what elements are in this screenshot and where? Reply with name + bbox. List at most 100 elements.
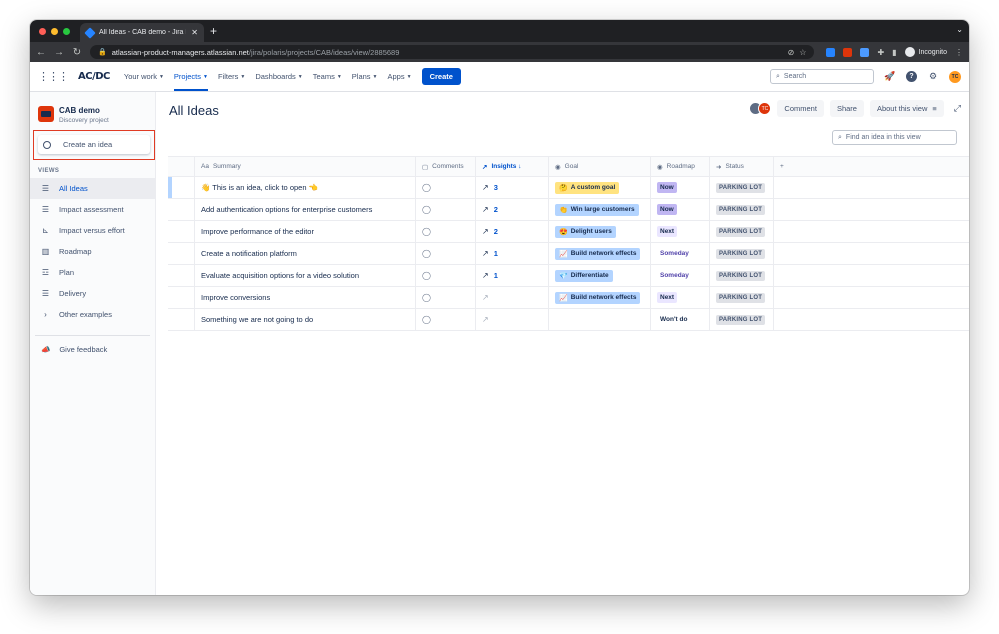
tab-search-icon[interactable]: ⌄ [956, 25, 963, 34]
user-avatar[interactable]: TC [949, 70, 961, 83]
goal-cell[interactable]: 📈 Build network effects [549, 243, 651, 264]
extension-icon[interactable] [860, 47, 870, 57]
zoom-window-button[interactable] [63, 28, 70, 35]
forward-icon[interactable]: → [54, 47, 64, 58]
search-input[interactable]: ⌕ Search [770, 69, 874, 84]
roadmap-cell[interactable]: Now [651, 177, 710, 198]
insights-cell[interactable]: ↗ 3 [476, 177, 549, 198]
table-row[interactable]: Add authentication options for enterpris… [168, 199, 969, 221]
nav-filters[interactable]: Filters ▼ [218, 72, 245, 81]
status-cell[interactable]: PARKING LOT [710, 199, 774, 220]
table-row[interactable]: Evaluate acquisition options for a video… [168, 265, 969, 287]
roadmap-cell[interactable]: Next [651, 287, 710, 308]
column-header-status[interactable]: ➜ Status [710, 157, 774, 176]
comments-cell[interactable]: ◯ [416, 309, 476, 330]
help-icon[interactable]: ? [906, 71, 917, 82]
comments-cell[interactable]: ◯ [416, 287, 476, 308]
roadmap-cell[interactable]: Someday [651, 265, 710, 286]
roadmap-cell[interactable]: Won't do [651, 309, 710, 330]
puzzle-icon[interactable]: ✚ [877, 48, 884, 57]
column-header-summary[interactable]: Aa Summary [195, 157, 416, 176]
comments-cell[interactable]: ◯ [416, 177, 476, 198]
comments-cell[interactable]: ◯ [416, 221, 476, 242]
insights-cell[interactable]: ↗ 2 [476, 221, 549, 242]
comment-button[interactable]: Comment [777, 100, 824, 117]
extension-icon[interactable] [826, 47, 836, 57]
table-row[interactable]: Something we are not going to do ◯ ↗ Won't … [168, 309, 969, 331]
notifications-rocket-icon[interactable]: 🚀 [884, 71, 896, 83]
share-button[interactable]: Share [829, 100, 864, 117]
nav-dashboards[interactable]: Dashboards ▼ [255, 72, 302, 81]
column-header-goal[interactable]: ◉ Goal [549, 157, 651, 176]
browser-tab[interactable]: All Ideas - CAB demo - Jira Pro ✕ [80, 23, 204, 42]
status-cell[interactable]: PARKING LOT [710, 243, 774, 264]
status-cell[interactable]: PARKING LOT [710, 177, 774, 198]
goal-cell[interactable]: 🤔 A custom goal [549, 177, 651, 198]
insights-cell[interactable]: ↗ [476, 287, 549, 308]
table-row[interactable]: Improve performance of the editor ◯ ↗ 2 😍 Del… [168, 221, 969, 243]
insights-cell[interactable]: ↗ 1 [476, 243, 549, 264]
comments-cell[interactable]: ◯ [416, 243, 476, 264]
create-button[interactable]: Create [421, 68, 461, 85]
give-feedback-link[interactable]: 📣 Give feedback [41, 345, 107, 354]
status-cell[interactable]: PARKING LOT [710, 287, 774, 308]
minimize-window-button[interactable] [51, 28, 58, 35]
summary-cell[interactable]: Create a notification platform [195, 243, 416, 264]
table-row[interactable]: Create a notification platform ◯ ↗ 1 📈 Build … [168, 243, 969, 265]
view-item-impact-vs-effort[interactable]: ⊾ Impact versus effort [30, 220, 155, 241]
goal-cell[interactable]: 👏 Win large customers [549, 199, 651, 220]
table-row[interactable]: 👋 This is an idea, click to open 👈 ◯ ↗ 3 🤔 A … [168, 177, 969, 199]
expand-icon[interactable]: ⤢ [954, 103, 961, 114]
goal-cell[interactable]: 💎 Differentiate [549, 265, 651, 286]
about-view-button[interactable]: About this view ≡ [869, 100, 944, 117]
create-idea-button[interactable]: Create an idea [38, 135, 150, 154]
column-header-insights[interactable]: ↗ Insights ↓ [476, 157, 549, 176]
add-column-button[interactable]: + [774, 157, 804, 176]
view-item-roadmap[interactable]: ▥ Roadmap [30, 241, 155, 262]
roadmap-cell[interactable]: Next [651, 221, 710, 242]
settings-gear-icon[interactable]: ⚙ [927, 71, 939, 83]
view-item-all-ideas[interactable]: ☰ All Ideas [30, 178, 155, 199]
project-header[interactable]: CAB demo Discovery project [30, 92, 155, 124]
comments-cell[interactable]: ◯ [416, 199, 476, 220]
nav-teams[interactable]: Teams ▼ [313, 72, 342, 81]
summary-cell[interactable]: Improve performance of the editor [195, 221, 416, 242]
roadmap-cell[interactable]: Now [651, 199, 710, 220]
view-item-other-examples[interactable]: › Other examples [30, 304, 155, 325]
incognito-profile[interactable]: Incognito [904, 47, 947, 57]
status-cell[interactable]: PARKING LOT [710, 221, 774, 242]
nav-projects[interactable]: Projects ▼ [173, 72, 209, 91]
summary-cell[interactable]: Something we are not going to do [195, 309, 416, 330]
close-window-button[interactable] [39, 28, 46, 35]
summary-cell[interactable]: Improve conversions [195, 287, 416, 308]
back-icon[interactable]: ← [36, 47, 46, 58]
summary-cell[interactable]: Evaluate acquisition options for a video… [195, 265, 416, 286]
insights-cell[interactable]: ↗ [476, 309, 549, 330]
roadmap-cell[interactable]: Someday [651, 243, 710, 264]
view-item-delivery[interactable]: ☰ Delivery [30, 283, 155, 304]
insights-cell[interactable]: ↗ 2 [476, 199, 549, 220]
address-bar[interactable]: 🔒 atlassian-product-managers.atlassian.n… [90, 45, 815, 59]
site-logo[interactable]: AC/DC [78, 71, 110, 82]
star-icon[interactable]: ☆ [799, 48, 806, 57]
app-switcher-icon[interactable]: ⋮⋮⋮ [38, 70, 69, 83]
more-vertical-icon[interactable]: ⋮ [955, 48, 963, 57]
status-cell[interactable]: PARKING LOT [710, 309, 774, 330]
extension-icon[interactable] [843, 47, 853, 57]
view-item-plan[interactable]: ☲ Plan [30, 262, 155, 283]
goal-cell[interactable]: 📈 Build network effects [549, 287, 651, 308]
summary-cell[interactable]: Add authentication options for enterpris… [195, 199, 416, 220]
sidebar-icon[interactable]: ▮ [892, 48, 896, 57]
eye-slash-icon[interactable]: ⊘ [788, 48, 795, 57]
collaborator-avatars[interactable]: TC [749, 102, 772, 115]
table-row[interactable]: Improve conversions ◯ ↗ 📈 Build network effe… [168, 287, 969, 309]
close-tab-icon[interactable]: ✕ [191, 28, 198, 37]
view-item-impact-assessment[interactable]: ☰ Impact assessment [30, 199, 155, 220]
column-header-roadmap[interactable]: ◉ Roadmap [651, 157, 710, 176]
new-tab-button[interactable]: + [210, 24, 217, 38]
nav-plans[interactable]: Plans ▼ [352, 72, 378, 81]
comments-cell[interactable]: ◯ [416, 265, 476, 286]
find-idea-input[interactable]: ⌕ Find an idea in this view [832, 130, 957, 145]
summary-cell[interactable]: 👋 This is an idea, click to open 👈 [195, 177, 416, 198]
nav-apps[interactable]: Apps ▼ [388, 72, 412, 81]
